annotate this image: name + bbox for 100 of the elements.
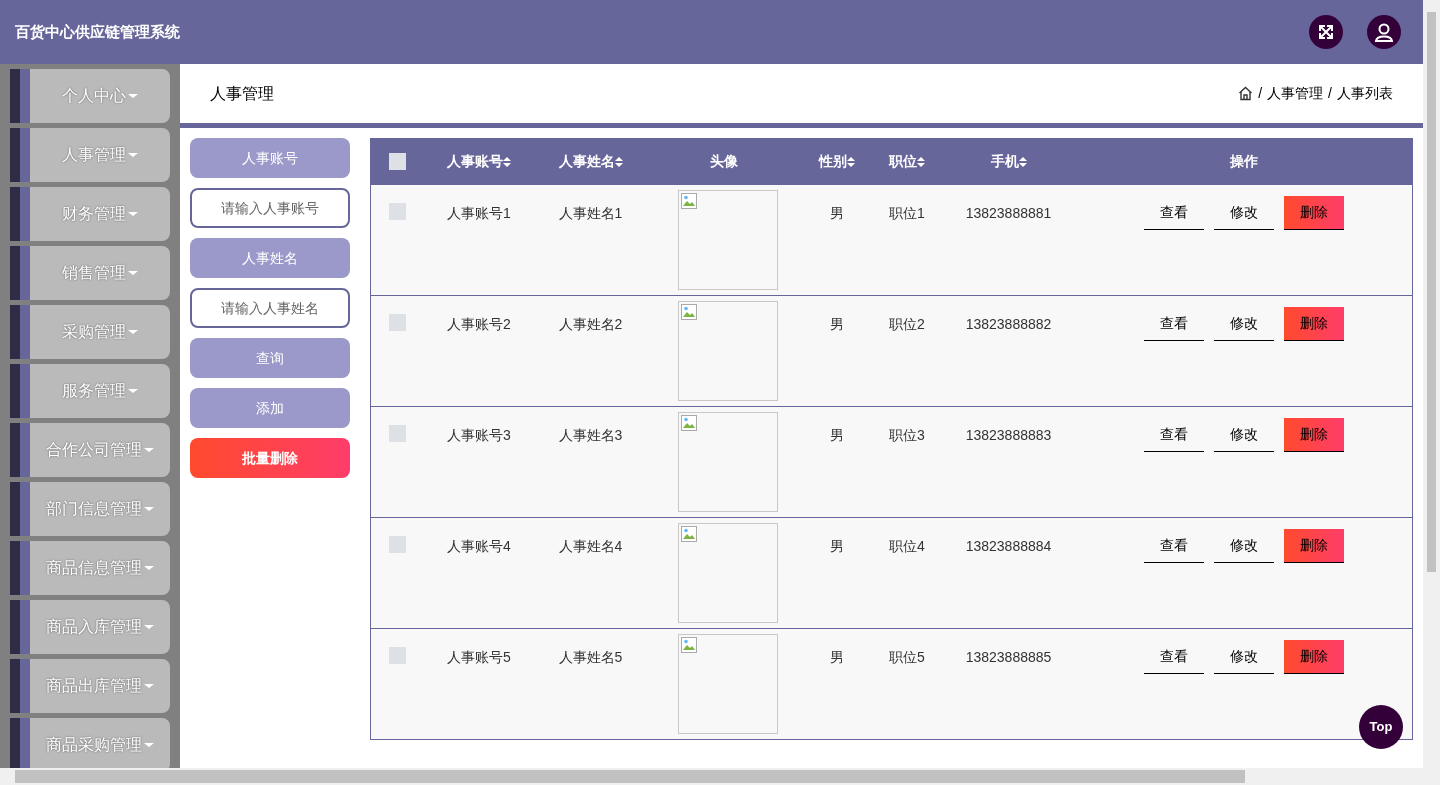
accent-stripe bbox=[10, 423, 30, 477]
row-action-button[interactable]: 修改 bbox=[1214, 529, 1274, 563]
accent-stripe bbox=[10, 187, 30, 241]
table-cell: 人事账号2 bbox=[447, 316, 511, 332]
table-cell: 13823888884 bbox=[965, 538, 1052, 554]
column-header: 操作 bbox=[1230, 152, 1258, 171]
home-icon bbox=[1238, 86, 1254, 101]
search-field[interactable]: 请输入人事账号 bbox=[190, 188, 350, 228]
field-label: 人事账号 bbox=[190, 138, 350, 178]
horizontal-scrollbar[interactable] bbox=[0, 768, 1440, 785]
broken-image-icon bbox=[681, 526, 697, 542]
delete-button[interactable]: 删除 bbox=[1284, 196, 1344, 230]
row-action-button[interactable]: 查看 bbox=[1144, 307, 1204, 341]
caret-icon bbox=[144, 625, 154, 629]
batch-delete-button[interactable]: 批量删除 bbox=[190, 438, 350, 478]
caret-icon bbox=[128, 389, 138, 393]
column-header[interactable]: 人事姓名 bbox=[558, 151, 615, 172]
caret-icon bbox=[128, 153, 138, 157]
caret-icon bbox=[144, 566, 154, 570]
accent-stripe bbox=[10, 718, 30, 768]
table-cell: 人事姓名1 bbox=[558, 205, 623, 221]
row-checkbox[interactable] bbox=[388, 203, 406, 220]
accent-stripe bbox=[10, 128, 30, 182]
broken-image-icon bbox=[681, 415, 697, 431]
table-cell: 男 bbox=[830, 427, 844, 443]
fullscreen-button[interactable] bbox=[1309, 15, 1343, 49]
delete-button[interactable]: 删除 bbox=[1284, 529, 1344, 563]
expand-arrows-icon bbox=[1316, 22, 1336, 42]
vertical-scrollbar[interactable] bbox=[1423, 0, 1440, 768]
user-button[interactable] bbox=[1367, 15, 1401, 49]
table-cell: 职位3 bbox=[889, 427, 925, 443]
accent-stripe bbox=[10, 482, 30, 536]
row-action-button[interactable]: 查看 bbox=[1144, 196, 1204, 230]
table-cell: 男 bbox=[830, 538, 844, 554]
table-cell: 13823888882 bbox=[965, 316, 1052, 332]
delete-button[interactable]: 删除 bbox=[1284, 307, 1344, 341]
table-cell: 职位1 bbox=[889, 205, 925, 221]
action-button[interactable]: 添加 bbox=[190, 388, 350, 428]
column-header[interactable]: 性别 bbox=[819, 151, 847, 172]
table-cell: 人事账号4 bbox=[447, 538, 511, 554]
row-action-button[interactable]: 修改 bbox=[1214, 196, 1274, 230]
column-header[interactable]: 人事账号 bbox=[447, 151, 503, 172]
action-button[interactable]: 查询 bbox=[190, 338, 350, 378]
caret-icon bbox=[128, 271, 138, 275]
broken-image-icon bbox=[681, 193, 697, 209]
table-cell: 人事姓名2 bbox=[558, 316, 623, 332]
accent-stripe bbox=[10, 69, 30, 123]
row-action-button[interactable]: 修改 bbox=[1214, 640, 1274, 674]
breadcrumb-text: 人事管理 bbox=[1267, 84, 1324, 103]
accent-stripe bbox=[10, 541, 30, 595]
table-cell: 人事账号1 bbox=[447, 205, 511, 221]
page-title: 人事管理 bbox=[210, 83, 274, 104]
table-cell: 人事姓名3 bbox=[558, 427, 623, 443]
row-action-button[interactable]: 修改 bbox=[1214, 418, 1274, 452]
table-cell: 男 bbox=[830, 316, 844, 332]
broken-image-icon bbox=[681, 637, 697, 653]
user-icon bbox=[1374, 22, 1394, 42]
breadcrumb-text: 人事列表 bbox=[1337, 84, 1393, 103]
column-header[interactable]: 职位 bbox=[889, 151, 917, 172]
caret-icon bbox=[144, 507, 154, 511]
table-cell: 13823888885 bbox=[965, 649, 1052, 665]
caret-icon bbox=[144, 448, 154, 452]
table-cell: 人事姓名4 bbox=[558, 538, 623, 554]
row-checkbox[interactable] bbox=[388, 425, 406, 442]
app-title: 百货中心供应链管理系统 bbox=[15, 21, 180, 42]
field-label: 人事姓名 bbox=[190, 238, 350, 278]
table-cell: 人事账号5 bbox=[447, 649, 511, 665]
table-cell: 职位5 bbox=[889, 649, 925, 665]
accent-stripe bbox=[10, 364, 30, 418]
table-cell: 男 bbox=[830, 205, 844, 221]
accent-stripe bbox=[10, 305, 30, 359]
delete-button[interactable]: 删除 bbox=[1284, 640, 1344, 674]
accent-stripe bbox=[10, 600, 30, 654]
table-cell: 13823888883 bbox=[965, 427, 1052, 443]
row-checkbox[interactable] bbox=[388, 536, 406, 553]
row-checkbox[interactable] bbox=[388, 314, 406, 331]
accent-stripe bbox=[10, 659, 30, 713]
table-cell: 职位4 bbox=[889, 538, 925, 554]
table-cell: 职位2 bbox=[889, 316, 925, 332]
column-header[interactable]: 手机 bbox=[990, 151, 1019, 172]
table-cell: 13823888881 bbox=[965, 205, 1052, 221]
row-checkbox[interactable] bbox=[388, 647, 406, 664]
table-cell: 男 bbox=[830, 649, 844, 665]
table-cell: 人事账号3 bbox=[447, 427, 511, 443]
row-action-button[interactable]: 查看 bbox=[1144, 640, 1204, 674]
select-all-checkbox[interactable] bbox=[388, 153, 406, 170]
row-action-button[interactable]: 修改 bbox=[1214, 307, 1274, 341]
breadcrumb-text: / bbox=[1328, 84, 1332, 103]
delete-button[interactable]: 删除 bbox=[1284, 418, 1344, 452]
column-header: 头像 bbox=[709, 152, 738, 171]
caret-icon bbox=[128, 94, 138, 98]
caret-icon bbox=[144, 743, 154, 747]
caret-icon bbox=[128, 212, 138, 216]
row-action-button[interactable]: 查看 bbox=[1144, 418, 1204, 452]
broken-image-icon bbox=[681, 304, 697, 320]
search-field[interactable]: 请输入人事姓名 bbox=[190, 288, 350, 328]
accent-stripe bbox=[10, 246, 30, 300]
row-action-button[interactable]: 查看 bbox=[1144, 529, 1204, 563]
table-cell: 人事姓名5 bbox=[558, 649, 623, 665]
caret-icon bbox=[128, 330, 138, 334]
